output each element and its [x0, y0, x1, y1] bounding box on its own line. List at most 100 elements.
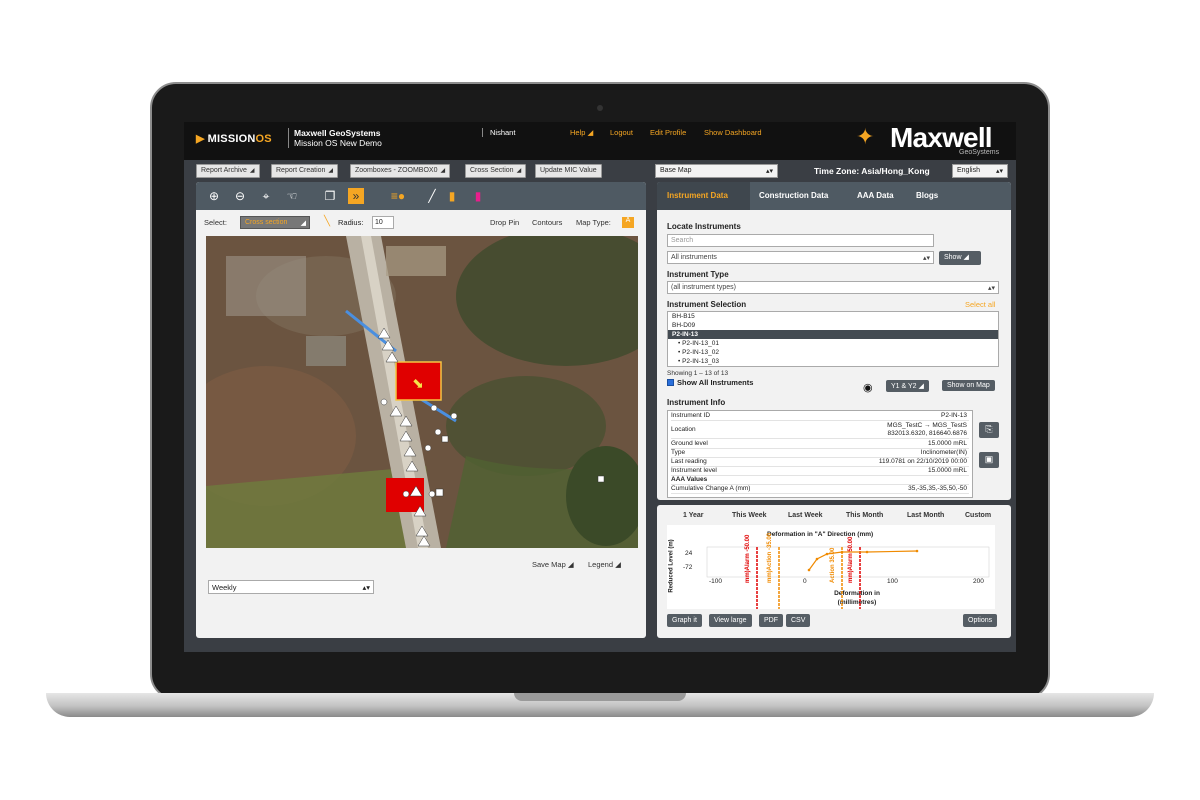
action-label: Action 35.00 [830, 547, 836, 583]
tab-aaa-data[interactable]: AAA Data [857, 191, 894, 200]
legend-link[interactable]: Legend ◢ [588, 560, 621, 569]
period-this-week[interactable]: This Week [732, 512, 767, 519]
instrument-list[interactable]: BH-B15 BH-D09 P2-IN-13 • P2-IN-13_01 • P… [667, 311, 999, 367]
show-all-checkbox[interactable] [667, 379, 674, 386]
graph-it-button[interactable]: Graph it [667, 614, 702, 627]
map-toolbar: ⊕ ⊖ ⌖ ☜ ❐ » ≡● ╱ ▮ ▮ [196, 182, 646, 210]
list-item[interactable]: BH-B15 [668, 312, 998, 321]
satellite-map[interactable]: ⬊ [206, 236, 638, 548]
y-axis-button[interactable]: Y1 & Y2 ◢ [886, 380, 929, 392]
fast-forward-icon[interactable]: » [348, 188, 364, 204]
info-row: 832013.6320, 816640.6876 [671, 430, 969, 439]
show-on-map-button[interactable]: Show on Map [942, 380, 995, 391]
basemap-select[interactable]: Base Map ▴▾ [655, 164, 778, 178]
zoomboxes-button[interactable]: Zoomboxes - ZOOMBOX0 ◢ [350, 164, 451, 178]
select-label: Select: [204, 218, 227, 227]
list-item[interactable]: • P2-IN-13_03 [668, 357, 998, 366]
pdf-button[interactable]: PDF [759, 614, 783, 627]
legend-bulb-icon[interactable]: ≡● [380, 188, 416, 204]
maxwell-star-icon: ✦ [856, 124, 875, 149]
report-creation-button[interactable]: Report Creation ◢ [271, 164, 339, 178]
show-button[interactable]: Show ◢ [939, 251, 981, 265]
company-name: Maxwell GeoSystems [294, 128, 381, 138]
view-large-button[interactable]: View large [709, 614, 752, 627]
search-input[interactable]: Search [667, 234, 934, 247]
update-mic-button[interactable]: Update MIC Value [535, 164, 602, 178]
pan-icon[interactable]: ☜ [284, 188, 300, 204]
nav-edit-profile[interactable]: Edit Profile [650, 128, 686, 137]
nav-show-dashboard[interactable]: Show Dashboard [704, 128, 762, 137]
alarm-label: mm)Alarm -50.00 [745, 534, 751, 583]
radius-label: Radius: [338, 218, 364, 227]
period-select[interactable]: Weekly ▴▾ [208, 580, 374, 594]
list-item[interactable]: • P2-IN-13_02 [668, 348, 998, 357]
info-row: Type Inclinometer(IN) [671, 449, 969, 458]
map-panel: ⊕ ⊖ ⌖ ☜ ❐ » ≡● ╱ ▮ ▮ Select: Cross secti… [196, 182, 646, 638]
save-map-link[interactable]: Save Map ◢ [532, 560, 574, 569]
chevron-logo-icon: ▶ [196, 133, 205, 145]
marker-icon[interactable]: ▮ [470, 188, 486, 204]
eye-icon[interactable]: ◉ [863, 381, 873, 394]
action-label: mm)Action -35.00 [767, 532, 773, 583]
radius-input[interactable]: 10 [372, 216, 394, 229]
zoom-out-icon[interactable]: ⊖ [232, 188, 248, 204]
locate-title: Locate Instruments [667, 222, 741, 231]
contours-link[interactable]: Contours [532, 218, 562, 227]
tab-construction-data[interactable]: Construction Data [759, 191, 828, 200]
map-canvas[interactable]: ⬊ [206, 236, 638, 548]
language-select[interactable]: English ▴▾ [952, 164, 1008, 178]
instrument-info-table: Instrument ID P2-IN-13 Location MGS_TestC … [667, 410, 973, 498]
period-last-week[interactable]: Last Week [788, 512, 823, 519]
ruler-icon: ╲ [324, 216, 331, 227]
zoom-extent-icon[interactable]: ⌖ [258, 188, 274, 204]
nav-logout[interactable]: Logout [610, 128, 633, 137]
list-item[interactable]: • P2-IN-13_01 [668, 339, 998, 348]
nav-help[interactable]: Help ◢ [570, 128, 593, 137]
alarm-label: mm)Alarm 50.00 [848, 536, 854, 583]
layers-icon[interactable]: ❐ [322, 188, 338, 204]
select-all-link[interactable]: Select all [965, 300, 995, 309]
info-title: Instrument Info [667, 398, 726, 407]
period-1-year[interactable]: 1 Year [683, 512, 704, 519]
cross-section-button[interactable]: Cross Section ◢ [465, 164, 527, 178]
report-archive-button[interactable]: Report Archive ◢ [196, 164, 260, 178]
app-screen: ▶ MISSIONOS Maxwell GeoSystems Mission OS… [184, 122, 1016, 652]
top-bar: ▶ MISSIONOS Maxwell GeoSystems Mission OS… [184, 122, 1016, 160]
csv-button[interactable]: CSV [786, 614, 811, 627]
period-this-month[interactable]: This Month [846, 512, 883, 519]
user-name[interactable]: Nishant [482, 128, 515, 137]
period-last-month[interactable]: Last Month [907, 512, 944, 519]
options-button[interactable]: Options [963, 614, 998, 627]
info-row: AAA Values [671, 476, 969, 485]
zoom-in-icon[interactable]: ⊕ [206, 188, 222, 204]
showing-count: Showing 1 – 13 of 13 [667, 370, 729, 377]
brand-sub: GeoSystems [959, 149, 1000, 156]
map-type-icon[interactable]: A [622, 217, 634, 228]
list-item[interactable]: BH-D09 [668, 321, 998, 330]
select-mode-dropdown[interactable]: Cross section ◢ [240, 216, 310, 229]
tab-instrument-data[interactable]: Instrument Data [667, 191, 728, 200]
pin-icon[interactable]: ▮ [444, 188, 460, 204]
camera-icon[interactable]: ▣ [979, 452, 999, 468]
map-type-label: Map Type: [576, 218, 611, 227]
info-row: Instrument ID P2-IN-13 [671, 412, 969, 421]
measure-icon[interactable]: ╱ [424, 188, 440, 204]
timezone-label: Time Zone: Asia/Hong_Kong [814, 166, 930, 176]
show-all-label: Show All Instruments [677, 378, 754, 387]
tab-blogs[interactable]: Blogs [916, 191, 938, 200]
all-instruments-select[interactable]: All instruments ▴▾ [667, 251, 934, 264]
info-row: Cumulative Change A (mm) 35,-35,35,-35,50… [671, 485, 969, 494]
list-item-selected[interactable]: P2-IN-13 [668, 330, 998, 339]
period-custom[interactable]: Custom [965, 512, 991, 519]
camera [597, 105, 603, 111]
info-row: Instrument level 15.0000 mRL [671, 467, 969, 476]
info-row: Ground level 15.0000 mRL [671, 440, 969, 449]
graph-panel: 1 Year This Week Last Week This Month La… [657, 505, 1011, 638]
selection-title: Instrument Selection [667, 300, 747, 309]
info-row: Last reading 119.0781 on 22/10/2019 00:00 [671, 458, 969, 467]
instrument-type-select[interactable]: (all instrument types) ▴▾ [667, 281, 999, 294]
drop-pin-link[interactable]: Drop Pin [490, 218, 519, 227]
laptop-notch [514, 693, 686, 701]
attachment-icon[interactable]: ⎘ [979, 422, 999, 438]
deformation-chart[interactable]: Deformation in "A" Direction (mm) Reduce… [667, 525, 995, 609]
